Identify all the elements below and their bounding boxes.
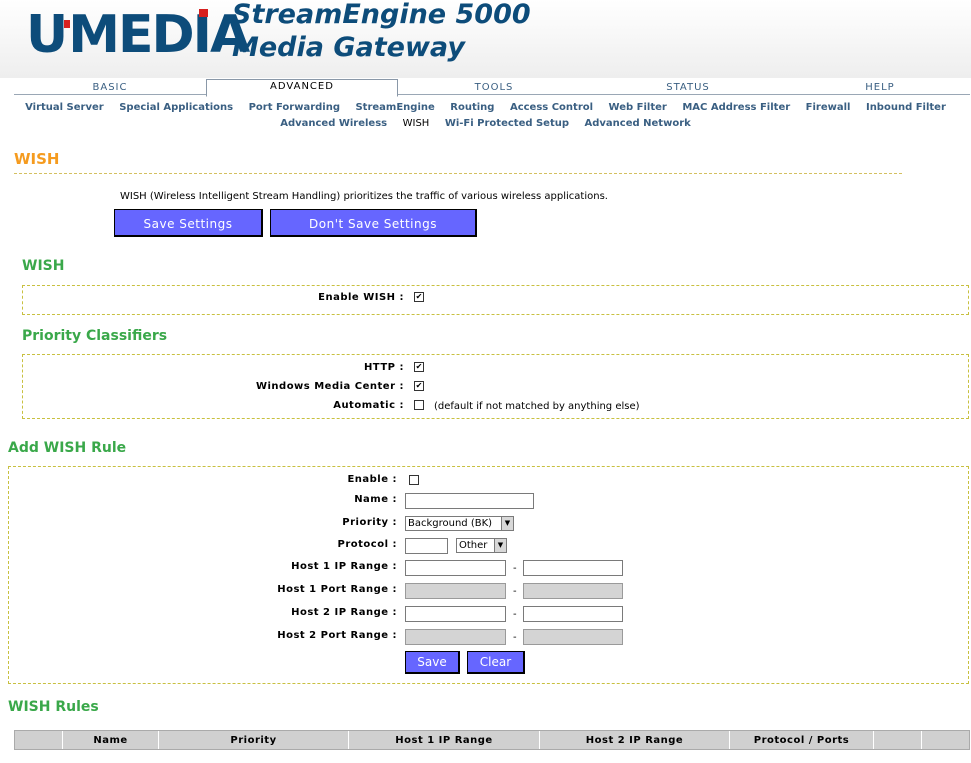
table-header-host2-ip-range: Host 2 IP Range [540, 731, 730, 749]
subnav-advanced-network[interactable]: Advanced Network [585, 118, 691, 129]
product-line-1: StreamEngine 5000 [232, 0, 531, 30]
wish-section-title: WISH [22, 258, 65, 274]
windows-media-center-checkbox[interactable]: ✔ [414, 381, 424, 391]
host1-ip-separator: - [513, 563, 517, 574]
header-banner: UMEDIA StreamEngine 5000 Media Gateway [0, 0, 971, 78]
subnav-web-filter[interactable]: Web Filter [609, 102, 667, 113]
add-wish-rule-title: Add WISH Rule [8, 440, 127, 456]
host1-ip-start-input[interactable] [405, 560, 506, 576]
chevron-down-icon: ▼ [494, 539, 506, 552]
host2-port-separator: - [513, 632, 517, 643]
rule-clear-button[interactable]: Clear [467, 651, 525, 674]
windows-media-center-label: Windows Media Center : [255, 381, 404, 392]
tab-advanced[interactable]: ADVANCED [206, 79, 398, 97]
priority-classifiers-title: Priority Classifiers [22, 328, 168, 344]
tab-status[interactable]: STATUS [636, 81, 740, 94]
host1-ip-range-label: Host 1 IP Range : [291, 561, 397, 572]
rule-protocol-number-input[interactable] [405, 538, 448, 554]
subnav-port-forwarding[interactable]: Port Forwarding [249, 102, 340, 113]
subnav-wifi-protected-setup[interactable]: Wi-Fi Protected Setup [445, 118, 569, 129]
host2-ip-end-input[interactable] [523, 606, 623, 622]
wish-rules-table-header: Name Priority Host 1 IP Range Host 2 IP … [14, 730, 970, 750]
table-header-blank [15, 731, 63, 749]
tab-help[interactable]: HELP [830, 81, 930, 94]
table-header-name: Name [63, 731, 159, 749]
rule-save-button[interactable]: Save [405, 651, 460, 674]
dont-save-settings-button[interactable]: Don't Save Settings [270, 209, 477, 237]
host2-port-range-label: Host 2 Port Range : [277, 630, 397, 641]
table-header-protocol-ports: Protocol / Ports [730, 731, 874, 749]
rule-enable-checkbox[interactable] [409, 475, 419, 485]
tab-tools[interactable]: TOOLS [444, 81, 544, 94]
title-divider [14, 173, 902, 174]
host1-port-start-input[interactable] [405, 583, 506, 599]
rule-name-label: Name : [354, 494, 397, 505]
subnav-advanced-wireless[interactable]: Advanced Wireless [280, 118, 387, 129]
host2-port-start-input[interactable] [405, 629, 506, 645]
rule-priority-select[interactable]: Background (BK) ▼ [405, 516, 514, 531]
product-line-2: Media Gateway [232, 32, 465, 63]
host2-port-end-input[interactable] [523, 629, 623, 645]
subnav-special-applications[interactable]: Special Applications [119, 102, 233, 113]
host2-ip-start-input[interactable] [405, 606, 506, 622]
main-tabs: BASIC ADVANCED TOOLS STATUS HELP [14, 79, 970, 97]
chevron-down-icon: ▼ [501, 517, 513, 530]
wish-rules-title: WISH Rules [8, 699, 99, 715]
table-header-host1-ip-range: Host 1 IP Range [349, 731, 540, 749]
rule-priority-value: Background (BK) [408, 518, 493, 529]
table-header-action-2 [922, 731, 969, 749]
subnav-inbound-filter[interactable]: Inbound Filter [866, 102, 946, 113]
subnav-row-2: Advanced Wireless WISH Wi-Fi Protected S… [0, 118, 971, 129]
table-header-priority: Priority [159, 731, 349, 749]
rule-name-input[interactable] [405, 493, 534, 509]
automatic-note: (default if not matched by anything else… [434, 401, 640, 412]
subnav-mac-address-filter[interactable]: MAC Address Filter [682, 102, 790, 113]
wish-section-box [22, 285, 969, 315]
enable-wish-checkbox[interactable]: ✔ [414, 292, 424, 302]
subnav-wish[interactable]: WISH [403, 118, 430, 129]
tab-basic[interactable]: BASIC [58, 81, 162, 94]
page-title: WISH [14, 150, 60, 168]
rule-protocol-select[interactable]: Other ▼ [456, 538, 507, 553]
subnav-routing[interactable]: Routing [450, 102, 494, 113]
subnav-firewall[interactable]: Firewall [806, 102, 851, 113]
rule-protocol-value: Other [459, 540, 488, 551]
table-header-action-1 [874, 731, 922, 749]
rule-priority-label: Priority : [342, 517, 397, 528]
subnav-virtual-server[interactable]: Virtual Server [25, 102, 104, 113]
subnav-streamengine[interactable]: StreamEngine [355, 102, 434, 113]
host1-port-end-input[interactable] [523, 583, 623, 599]
rule-protocol-label: Protocol : [337, 539, 397, 550]
http-checkbox[interactable]: ✔ [414, 362, 424, 372]
umedia-logo: UMEDIA [26, 5, 250, 65]
subnav-row-1: Virtual Server Special Applications Port… [0, 102, 971, 113]
rule-enable-label: Enable : [347, 474, 397, 485]
host2-ip-range-label: Host 2 IP Range : [291, 607, 397, 618]
product-name: StreamEngine 5000 Media Gateway [232, 0, 531, 64]
automatic-checkbox[interactable] [414, 400, 424, 410]
host1-ip-end-input[interactable] [523, 560, 623, 576]
host1-port-range-label: Host 1 Port Range : [277, 584, 397, 595]
subnav-access-control[interactable]: Access Control [510, 102, 593, 113]
host2-ip-separator: - [513, 609, 517, 620]
http-label: HTTP : [363, 362, 404, 373]
automatic-label: Automatic : [333, 400, 404, 411]
save-settings-button[interactable]: Save Settings [114, 209, 263, 237]
host1-port-separator: - [513, 586, 517, 597]
enable-wish-label: Enable WISH : [318, 292, 404, 303]
intro-text: WISH (Wireless Intelligent Stream Handli… [120, 191, 608, 202]
